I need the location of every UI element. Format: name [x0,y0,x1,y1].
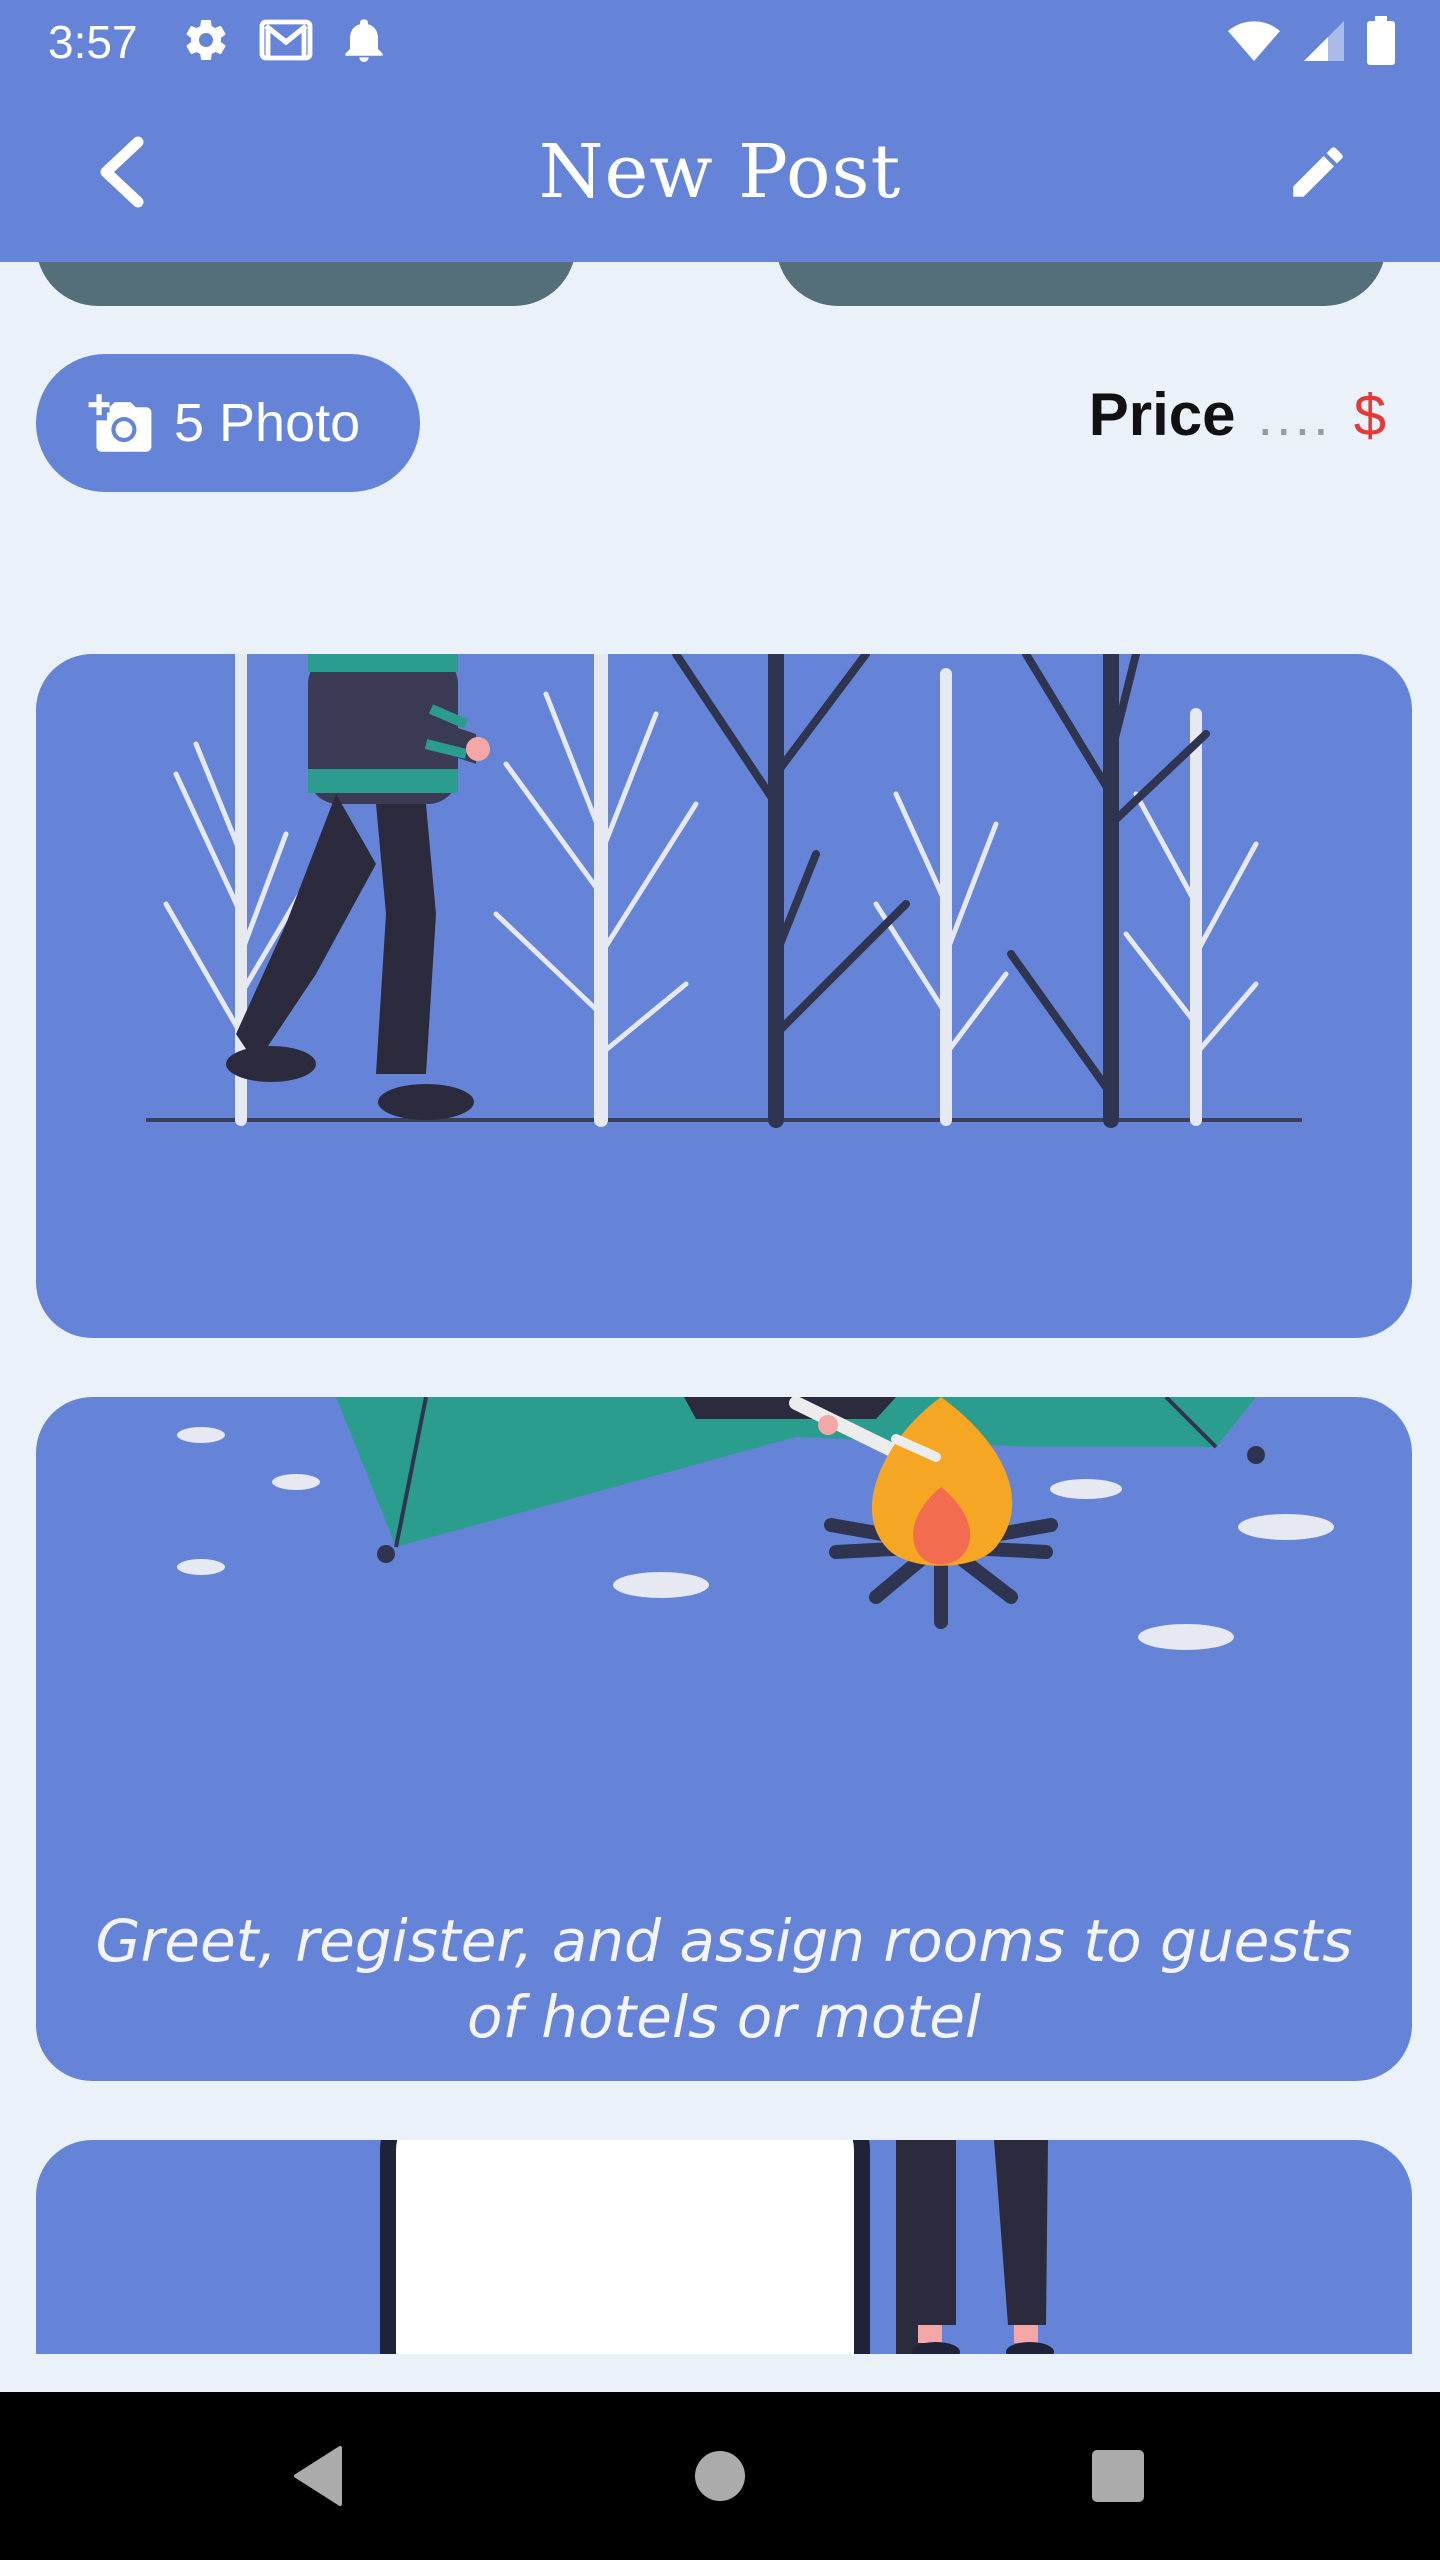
edit-button[interactable] [1268,122,1368,222]
pencil-icon [1293,147,1343,197]
page-title: New Post [538,129,902,215]
card-caption: Greet, register, and assign rooms to gue… [95,1907,1353,2051]
category-pill-right[interactable] [776,262,1386,306]
app-bar: New Post [0,84,1440,262]
price-placeholder: .... [1257,384,1332,447]
price-currency: $ [1353,383,1386,448]
gmail-icon [258,16,314,64]
status-icons-left [182,16,386,64]
add-photo-button[interactable]: 5 Photo [36,354,420,492]
settings-icon [182,16,230,64]
back-triangle-icon [294,2446,342,2506]
signal-icon [1300,17,1348,65]
image-card[interactable] [36,2140,1412,2354]
price-label: Price [1088,381,1236,448]
status-bar: 3:57 [0,0,1440,84]
wifi-icon [1226,17,1282,65]
status-time: 3:57 [48,16,138,68]
price-field[interactable]: Price .... $ [1089,380,1386,449]
category-pill-left[interactable] [36,262,576,306]
status-icons-right [1226,16,1396,66]
add-camera-icon [88,394,152,452]
post-form-content[interactable]: 5 Photo Price .... $ Greet, register, an… [0,262,1440,2354]
nav-back-button[interactable] [278,2436,358,2516]
system-navigation-bar [0,2392,1440,2560]
home-circle-icon [695,2451,745,2501]
person-by-door-illustration [380,2140,1054,2354]
battery-icon [1366,16,1396,66]
image-card[interactable] [36,654,1412,1338]
photo-count-label: 5 Photo [174,393,361,453]
nav-home-button[interactable] [680,2436,760,2516]
image-card[interactable]: Greet, register, and assign rooms to gue… [36,1397,1412,2081]
notification-bell-icon [342,16,386,64]
recents-square-icon [1092,2450,1144,2502]
nav-recents-button[interactable] [1078,2436,1158,2516]
winter-forest-illustration [146,654,1302,1128]
